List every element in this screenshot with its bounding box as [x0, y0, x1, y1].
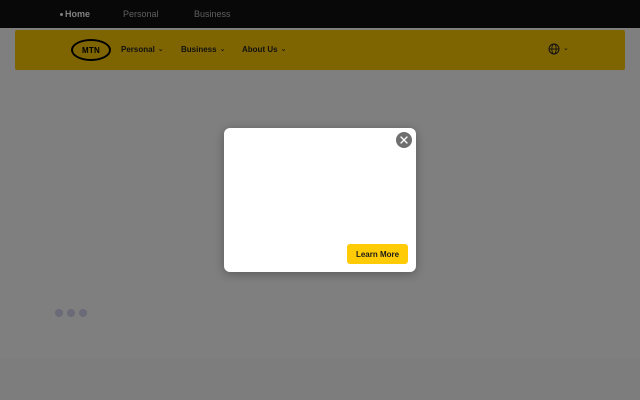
learn-more-button[interactable]: Learn More [347, 244, 408, 264]
loading-indicator [55, 309, 95, 317]
promo-modal: Learn More [224, 128, 416, 272]
loader-dot [55, 309, 63, 317]
loader-dot [79, 309, 87, 317]
modal-close-button[interactable] [396, 132, 412, 148]
loader-dot [67, 309, 75, 317]
close-icon [400, 136, 408, 144]
